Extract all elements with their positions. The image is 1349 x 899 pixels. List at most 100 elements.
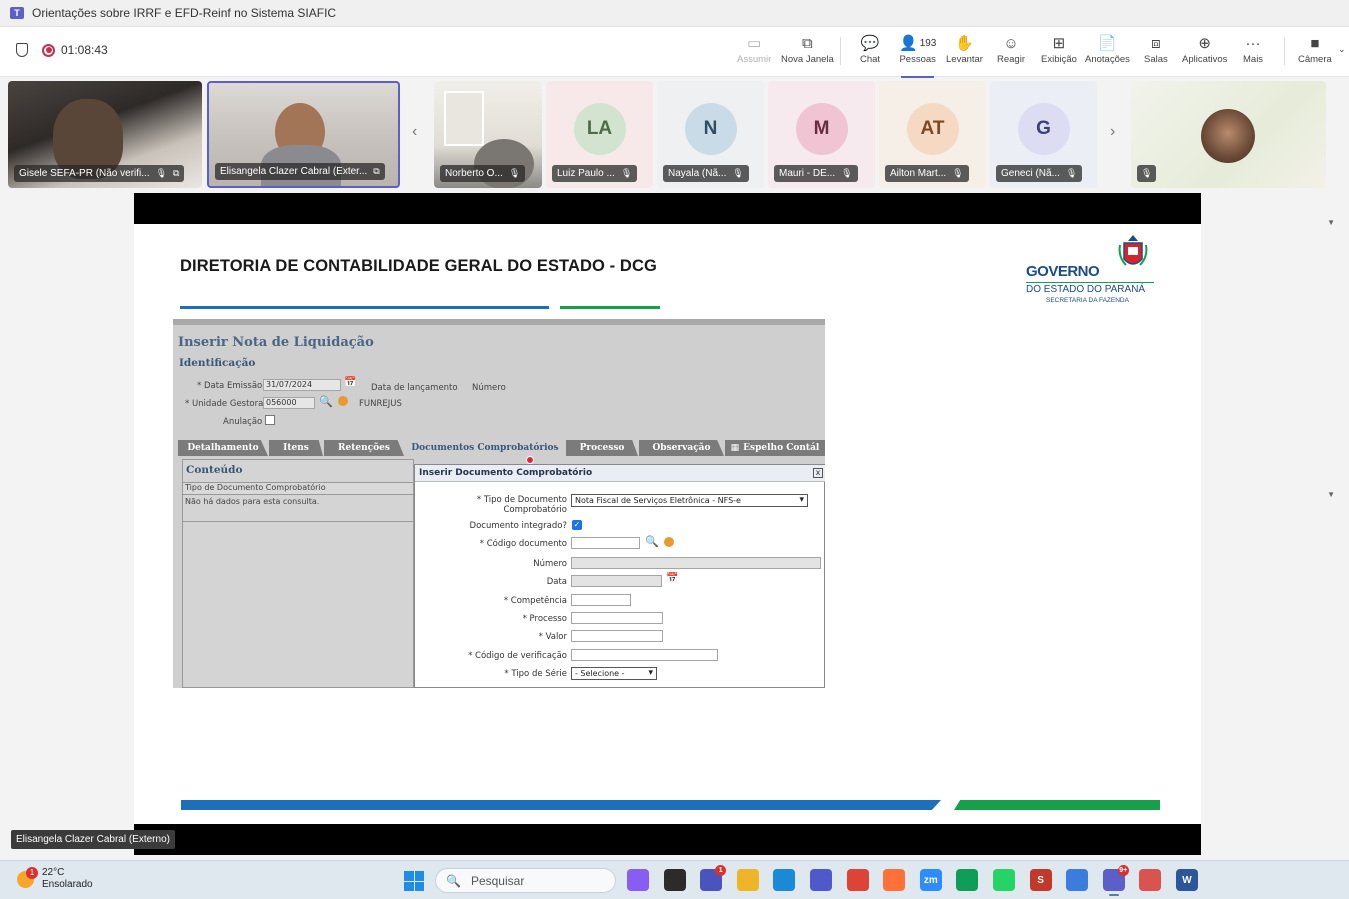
toolbar-levantar-button[interactable]: ✋ Levantar [946, 32, 983, 74]
numero-label: Número [533, 559, 567, 569]
inserir-documento-dialog: Inserir Documento Comprobatório x * Tipo… [414, 464, 825, 688]
zoom-icon[interactable]: zm [919, 869, 942, 891]
chrome-icon[interactable] [846, 869, 869, 891]
clear-icon[interactable] [664, 537, 674, 547]
toolbar-anotacoes-button[interactable]: 📄 Anotações [1085, 32, 1130, 74]
participant-avatar-photo [1201, 109, 1255, 163]
data-lancamento-label: Data de lançamento [371, 383, 458, 393]
participant-name: Luiz Paulo ... [557, 168, 615, 179]
toolbar-assumir-button[interactable]: ▭ Assumir [737, 32, 771, 74]
notification-badge: 1 [715, 865, 727, 876]
participant-tile[interactable]: LA Luiz Paulo ... 🎙 [546, 81, 653, 188]
participant-name: Ailton Mart... [890, 168, 947, 179]
participant-tile-self[interactable]: 🎙 [1131, 81, 1326, 188]
valor-input[interactable] [571, 630, 663, 642]
meet-icon[interactable] [956, 869, 979, 891]
toolbar-nova-janela-button[interactable]: ⧉ Nova Janela [781, 32, 834, 74]
camera-options-chevron-icon[interactable]: ⌄ [1338, 44, 1346, 55]
participant-tile[interactable]: M Mauri - DE... 🎙 [768, 81, 875, 188]
data-emissao-label: * Data Emissão [197, 381, 263, 391]
participant-name: Norberto O... [445, 168, 503, 179]
unidade-gestora-label: * Unidade Gestora [185, 399, 264, 409]
word-icon[interactable]: W [1176, 869, 1198, 891]
firefox-icon[interactable] [883, 869, 906, 891]
dialog-close-button[interactable]: x [813, 468, 823, 478]
file-explorer-icon[interactable] [736, 869, 759, 891]
participant-tile[interactable]: G Geneci (Nã... 🎙 [990, 81, 1097, 188]
tab-espelho-contabil[interactable]: ▦ Espelho Contál [725, 440, 825, 456]
notepad-icon[interactable] [1066, 869, 1089, 891]
table-empty-message: Não há dados para esta consulta. [185, 497, 320, 506]
tab-retencoes[interactable]: Retenções [324, 440, 404, 456]
taskbar-search[interactable]: 🔍 Pesquisar [435, 868, 616, 893]
toolbar-pessoas-button[interactable]: 👤 193 Pessoas [899, 32, 936, 78]
tipo-documento-select[interactable]: Nota Fiscal de Serviços Eletrônica - NFS… [571, 494, 808, 507]
data-input [571, 575, 662, 587]
participant-tile[interactable]: Elisangela Clazer Cabral (Exter... ⧉ [207, 81, 400, 188]
copilot-icon[interactable] [627, 869, 649, 891]
search-icon[interactable]: 🔍 [645, 535, 659, 548]
calendar-icon[interactable]: 📅 [344, 377, 356, 388]
windows-start-icon[interactable] [404, 871, 424, 891]
participant-avatar: G [1017, 103, 1070, 155]
sun-icon: 1 [17, 866, 38, 888]
toolbar-camera-button[interactable]: ■ Câmera [1298, 32, 1332, 74]
weather-widget[interactable]: 1 22°C Ensolarado [17, 866, 93, 891]
tab-observacao[interactable]: Observação [639, 440, 724, 456]
teams-icon[interactable] [810, 869, 832, 891]
numero-input [571, 557, 821, 569]
app-top-tabs [173, 319, 825, 325]
participant-name: Mauri - DE... [779, 168, 836, 179]
s-app-icon[interactable]: S [1029, 869, 1052, 891]
data-emissao-input[interactable]: 31/07/2024 [263, 379, 341, 391]
teams-chat-icon[interactable]: 1 [700, 865, 727, 891]
codigo-verificacao-input[interactable] [571, 649, 718, 661]
tab-itens[interactable]: Itens [269, 440, 323, 456]
toolbar-exibicao-button[interactable]: ⊞ Exibição [1041, 32, 1077, 74]
toolbar-aplicativos-button[interactable]: ⊕ Aplicativos [1182, 32, 1227, 74]
competencia-input[interactable] [571, 594, 631, 606]
scroll-down-icon[interactable]: ▼ [1327, 490, 1335, 499]
conteudo-title: Conteúdo [186, 464, 243, 476]
anulacao-checkbox[interactable] [265, 415, 275, 425]
toolbar-salas-button[interactable]: ⧈ Salas [1144, 32, 1168, 74]
page-heading: Inserir Nota de Liquidação [178, 335, 374, 350]
scroll-down-icon[interactable]: ▼ [1327, 218, 1335, 227]
toolbar-chat-button[interactable]: 💬 Chat [860, 32, 880, 74]
tab-processo[interactable]: Processo [566, 440, 638, 456]
whatsapp-icon[interactable] [993, 869, 1015, 891]
participant-avatar: LA [573, 103, 626, 155]
tab-detalhamento[interactable]: Detalhamento [178, 440, 268, 456]
edge-icon[interactable] [773, 869, 796, 891]
grid-view-icon: ⊞ [1052, 35, 1066, 52]
processo-input[interactable] [571, 612, 663, 624]
table-icon: ▦ [730, 443, 740, 453]
chevron-left-icon[interactable]: ‹ [412, 123, 417, 141]
participant-name: Gisele SEFA-PR (Não verifi... [19, 168, 150, 179]
participant-tile[interactable]: Gisele SEFA-PR (Não verifi... 🎙 ⧉ [8, 81, 202, 188]
participant-tile[interactable]: AT Ailton Mart... 🎙 [879, 81, 986, 188]
shield-icon[interactable] [16, 43, 28, 57]
taskview-icon[interactable] [663, 869, 686, 891]
snipping-icon[interactable] [1139, 869, 1162, 891]
toolbar-mais-button[interactable]: ··· Mais [1243, 32, 1263, 74]
clear-icon[interactable] [338, 396, 348, 406]
participant-avatar: AT [906, 103, 959, 155]
siafic-app-capture: Inserir Nota de Liquidação Identificação… [173, 319, 825, 688]
chevron-right-icon[interactable]: › [1110, 123, 1115, 141]
participant-tile[interactable]: N Nayala (Nã... 🎙 [657, 81, 764, 188]
tipo-serie-select[interactable]: - Selecione - [571, 667, 657, 680]
participant-tile[interactable]: Norberto O... 🎙 [434, 81, 542, 188]
codigo-documento-input[interactable] [571, 537, 640, 549]
unidade-gestora-input[interactable]: 056000 [263, 397, 315, 409]
codigo-documento-label: * Código documento [479, 539, 567, 549]
tab-documentos-comprobatorios[interactable]: Documentos Comprobatórios [405, 440, 565, 456]
teams-logo-icon: T [10, 7, 24, 19]
documento-integrado-checkbox[interactable]: ✓ [572, 520, 582, 530]
toolbar-separator [1284, 37, 1285, 65]
toolbar-reagir-button[interactable]: ☺ Reagir [997, 32, 1025, 74]
search-icon[interactable]: 🔍 [319, 395, 333, 408]
weather-condition: Ensolarado [42, 879, 93, 890]
teams-active-icon[interactable]: 9+ [1102, 865, 1129, 896]
tipo-serie-label: * Tipo de Série [504, 669, 567, 679]
